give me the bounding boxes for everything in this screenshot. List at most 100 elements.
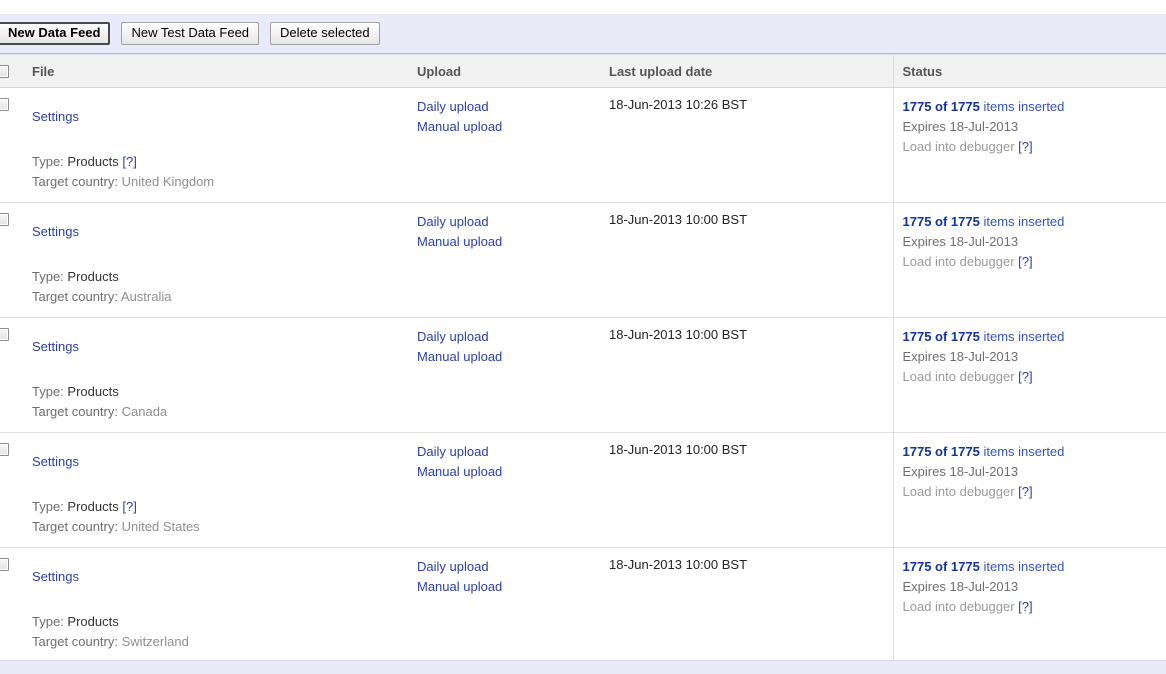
load-into-debugger-label: Load into debugger [903,369,1015,384]
target-country-line: Target country: United States [32,517,417,537]
settings-link[interactable]: Settings [32,109,79,124]
load-into-debugger-line: Load into debugger [?] [903,597,1166,617]
row-select-cell [0,433,27,548]
manual-upload-link[interactable]: Manual upload [417,117,609,137]
delete-selected-button[interactable]: Delete selected [270,22,380,45]
row-checkbox[interactable] [0,443,9,456]
items-inserted-status: 1775 of 1775 items inserted [903,212,1166,232]
last-upload-date-cell: 18-Jun-2013 10:00 BST [609,318,893,433]
expires-text: Expires 18-Jul-2013 [903,577,1166,597]
load-into-debugger-label: Load into debugger [903,254,1015,269]
load-into-debugger-help-icon[interactable]: [?] [1018,599,1032,614]
feed-type-label: Type: [32,499,64,514]
feed-type-line: Type: Products [?] [32,497,417,517]
table-body: SettingsType: Products [?]Target country… [0,88,1166,663]
new-data-feed-button[interactable]: New Data Feed [0,22,110,45]
target-country-label: Target country: [32,519,118,534]
load-into-debugger-help-icon[interactable]: [?] [1018,369,1032,384]
row-checkbox[interactable] [0,98,9,111]
last-upload-date-cell: 18-Jun-2013 10:00 BST [609,203,893,318]
daily-upload-link[interactable]: Daily upload [417,212,609,232]
file-cell: SettingsType: ProductsTarget country: Ca… [27,318,417,433]
feed-type-label: Type: [32,269,64,284]
feed-type-label: Type: [32,154,64,169]
row-checkbox[interactable] [0,558,9,571]
settings-link[interactable]: Settings [32,339,79,354]
column-header-last-upload-date[interactable]: Last upload date [609,55,893,88]
new-test-data-feed-button[interactable]: New Test Data Feed [121,22,259,45]
column-header-file[interactable]: File [27,55,417,88]
last-upload-date-value: 18-Jun-2013 10:00 BST [609,203,893,227]
manual-upload-link[interactable]: Manual upload [417,232,609,252]
daily-upload-link[interactable]: Daily upload [417,442,609,462]
items-inserted-text: items inserted [983,99,1064,114]
load-into-debugger-help-icon[interactable]: [?] [1018,484,1032,499]
settings-link[interactable]: Settings [32,454,79,469]
feed-type-value: Products [67,154,118,169]
expires-text: Expires 18-Jul-2013 [903,232,1166,252]
feed-type-value: Products [67,499,118,514]
expires-text: Expires 18-Jul-2013 [903,347,1166,367]
table-header: File Upload Last upload date Status [0,55,1166,88]
daily-upload-link[interactable]: Daily upload [417,327,609,347]
settings-link[interactable]: Settings [32,569,79,584]
expires-text: Expires 18-Jul-2013 [903,462,1166,482]
status-cell: 1775 of 1775 items insertedExpires 18-Ju… [893,548,1166,663]
feed-type-help-icon[interactable]: [?] [122,154,136,169]
last-upload-date-cell: 18-Jun-2013 10:00 BST [609,433,893,548]
items-inserted-status: 1775 of 1775 items inserted [903,557,1166,577]
file-cell: Settings Type: ProductsTarget country: Au… [27,203,417,318]
feed-type-value: Products [67,384,118,399]
column-header-status[interactable]: Status [893,55,1166,88]
top-white-strip [0,0,1166,14]
status-cell: 1775 of 1775 items insertedExpires 18-Ju… [893,203,1166,318]
load-into-debugger-line: Load into debugger [?] [903,252,1166,272]
upload-cell: Daily uploadManual upload [417,203,609,318]
daily-upload-link[interactable]: Daily upload [417,97,609,117]
last-upload-date-cell: 18-Jun-2013 10:26 BST [609,88,893,203]
load-into-debugger-label: Load into debugger [903,484,1015,499]
feed-type-line: Type: Products [32,612,417,632]
feed-type-line: Type: Products [32,267,417,287]
target-country-line: Target country: Canada [32,402,417,422]
last-upload-date-value: 18-Jun-2013 10:00 BST [609,318,893,342]
manual-upload-link[interactable]: Manual upload [417,462,609,482]
row-checkbox[interactable] [0,328,9,341]
column-header-upload[interactable]: Upload [417,55,609,88]
feed-meta: Type: Products [?]Target country: United… [32,497,417,537]
status-cell: 1775 of 1775 items insertedExpires 18-Ju… [893,433,1166,548]
feed-type-value: Products [67,269,118,284]
feed-type-line: Type: Products [32,382,417,402]
target-country-value: United States [122,519,200,534]
manual-upload-link[interactable]: Manual upload [417,347,609,367]
select-all-checkbox[interactable] [0,65,9,78]
settings-link[interactable]: Settings [32,224,79,239]
table-row: Settings Type: Products [?]Target country… [0,88,1166,203]
manual-upload-link[interactable]: Manual upload [417,577,609,597]
items-inserted-count: 1775 of 1775 [903,99,980,114]
items-inserted-text: items inserted [983,214,1064,229]
feed-meta: Type: ProductsTarget country: Switzerlan… [32,612,417,652]
load-into-debugger-line: Load into debugger [?] [903,482,1166,502]
items-inserted-text: items inserted [983,444,1064,459]
daily-upload-link[interactable]: Daily upload [417,557,609,577]
feed-type-label: Type: [32,384,64,399]
items-inserted-status: 1775 of 1775 items inserted [903,442,1166,462]
load-into-debugger-help-icon[interactable]: [?] [1018,139,1032,154]
upload-cell: Daily uploadManual upload [417,433,609,548]
items-inserted-text: items inserted [983,329,1064,344]
items-inserted-text: items inserted [983,559,1064,574]
feed-meta: Type: ProductsTarget country: Australia [32,267,417,307]
target-country-label: Target country: [32,634,118,649]
select-all-header [0,55,27,88]
feed-type-help-icon[interactable]: [?] [122,499,136,514]
toolbar: New Data Feed New Test Data Feed Delete … [0,14,1166,54]
feed-meta: Type: Products [?]Target country: United… [32,152,417,192]
table-row: SettingsType: Products [?]Target country… [0,433,1166,548]
row-checkbox[interactable] [0,213,9,226]
feed-type-label: Type: [32,614,64,629]
last-upload-date-cell: 18-Jun-2013 10:00 BST [609,548,893,663]
load-into-debugger-help-icon[interactable]: [?] [1018,254,1032,269]
last-upload-date-value: 18-Jun-2013 10:00 BST [609,433,893,457]
feed-type-value: Products [67,614,118,629]
